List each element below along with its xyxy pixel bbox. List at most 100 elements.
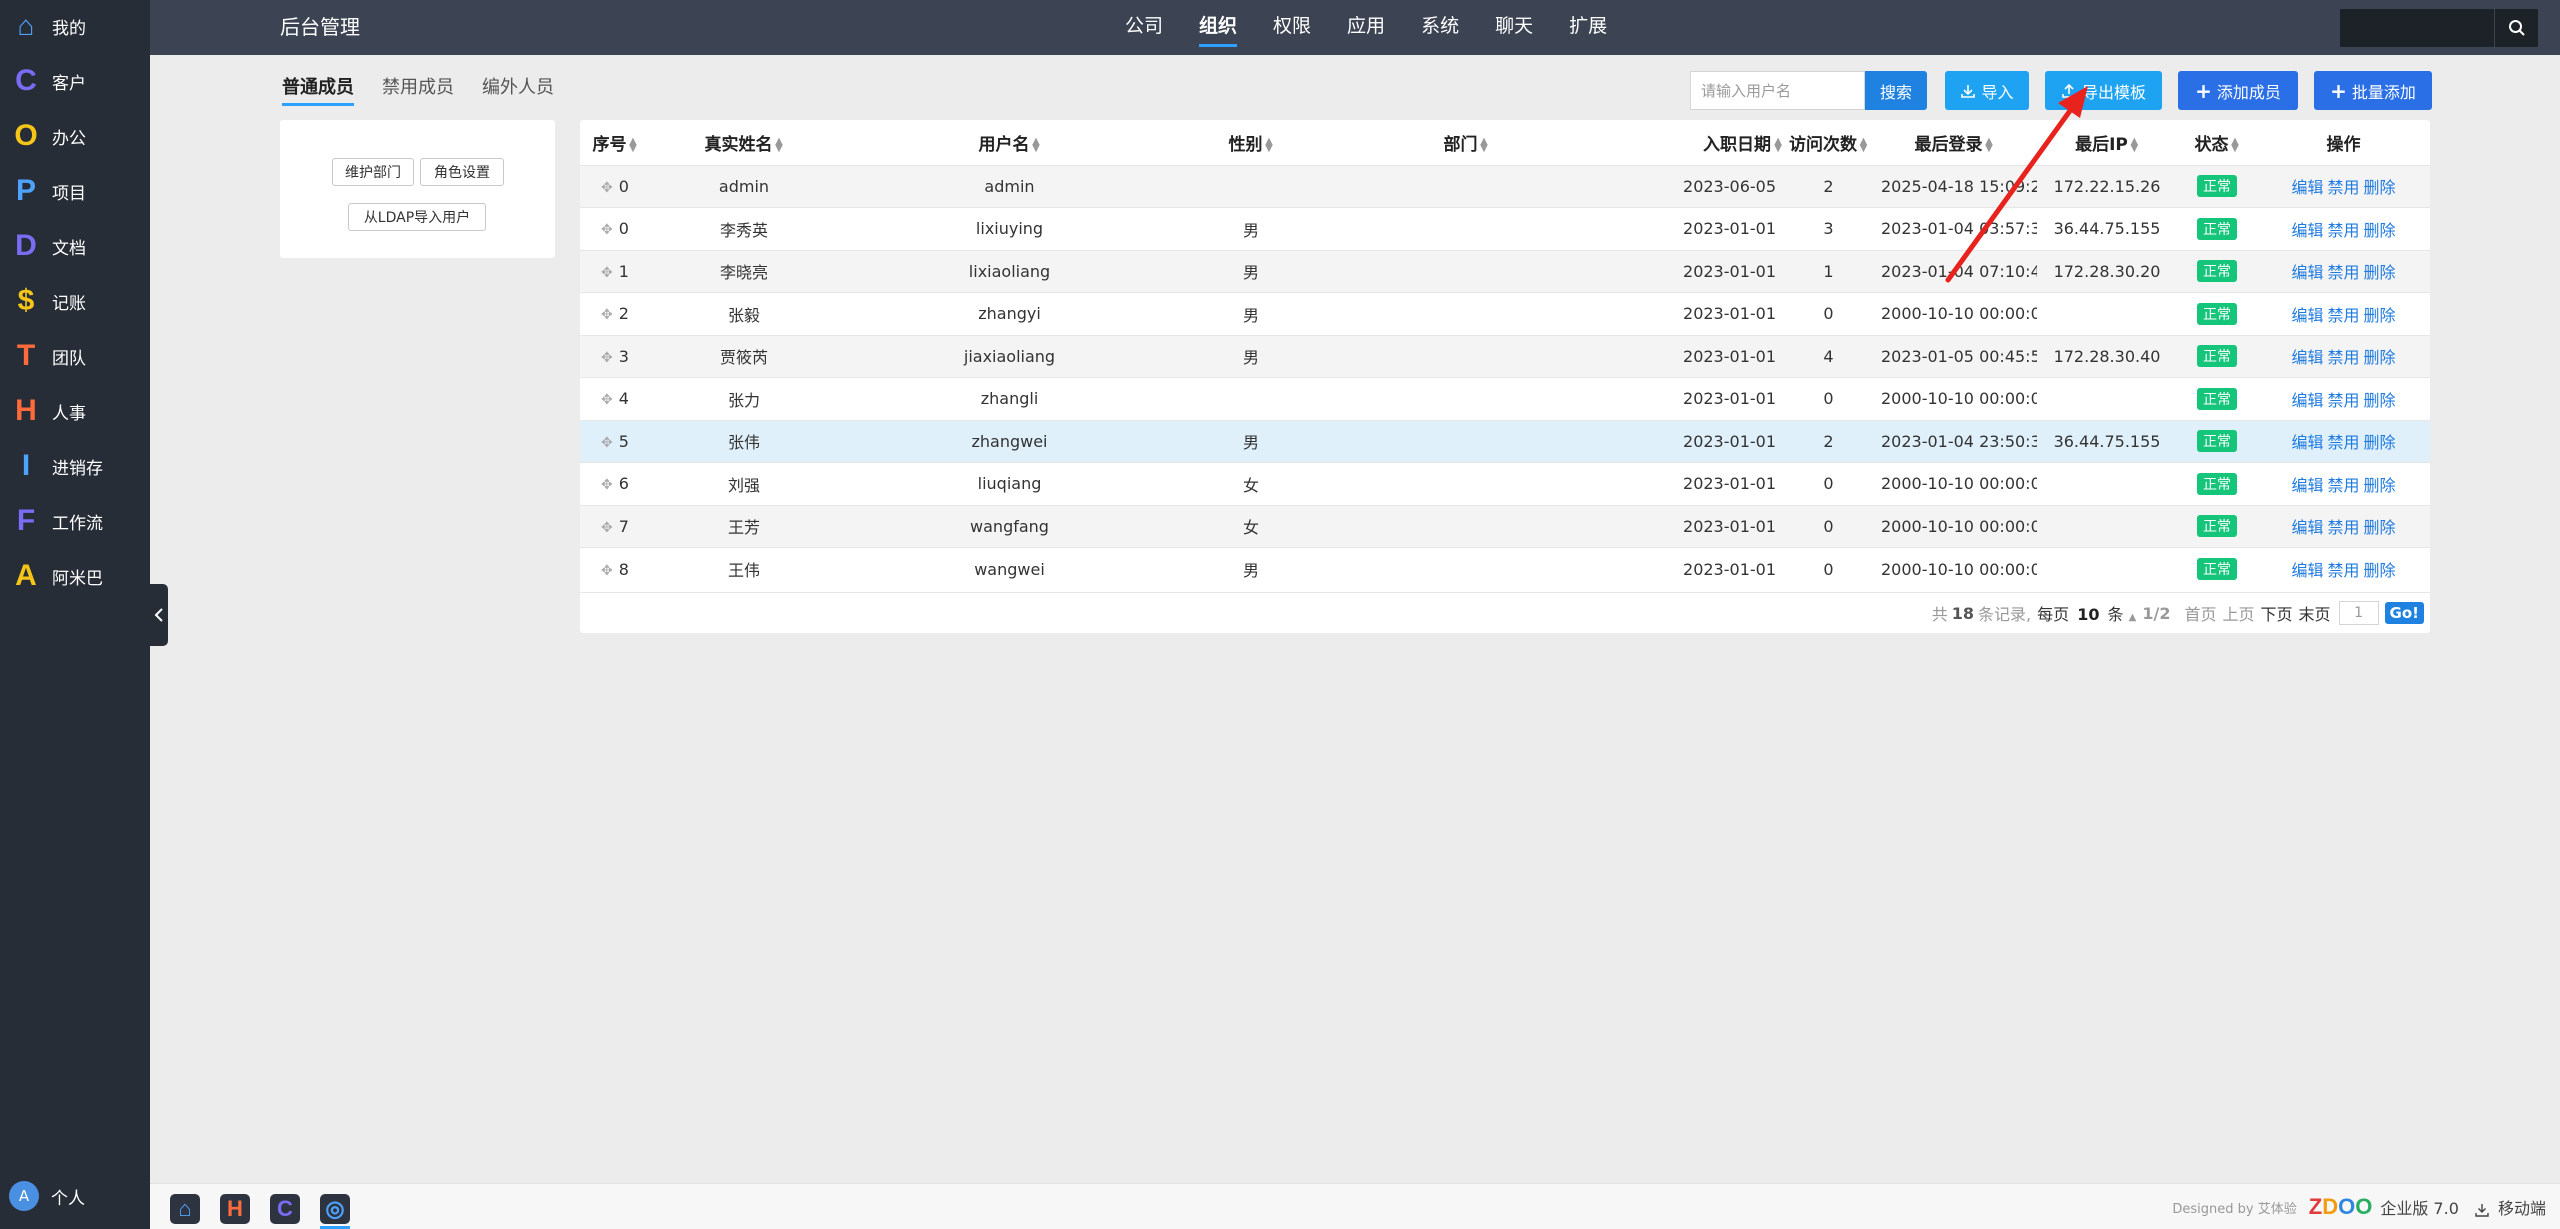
drag-handle-icon[interactable]: ✥ [601,520,613,536]
global-search-button[interactable] [2494,9,2538,47]
disable-link[interactable]: 禁用 [2327,221,2359,240]
delete-link[interactable]: 删除 [2364,391,2396,410]
export-template-button[interactable]: 导出模板 [2045,71,2162,110]
edit-link[interactable]: 编辑 [2291,306,2323,325]
table-row[interactable]: ✥ 4 张力 zhangli 2023-01-01 0 2000-10-10 00:00:0… [580,377,2430,421]
tab-company[interactable]: 公司 [1125,0,1163,55]
sidebar-item-project[interactable]: P 项目 [0,171,150,211]
role-settings-button[interactable]: 角色设置 [420,158,504,186]
global-search-input[interactable] [2340,9,2494,47]
col-department[interactable]: 部门 ▲ ▼ [1321,120,1611,165]
subtab-external-staff[interactable]: 编外人员 [482,73,554,99]
delete-link[interactable]: 删除 [2364,221,2396,240]
sidebar-item-my[interactable]: ⌂ 我的 [0,6,150,46]
disable-link[interactable]: 禁用 [2327,561,2359,580]
sidebar-item-office[interactable]: O 办公 [0,116,150,156]
dock-hr-icon[interactable]: H [220,1194,250,1224]
per-page-selector[interactable]: 每页 10 条 ▲ [2037,601,2136,625]
delete-link[interactable]: 删除 [2364,263,2396,282]
sidebar-user[interactable]: A 个人 [0,1178,150,1214]
disable-link[interactable]: 禁用 [2327,433,2359,452]
table-row[interactable]: ✥ 3 贾筱芮 jiaxiaoliang 男 2023-01-01 4 2023-01-05 … [580,335,2430,378]
table-row[interactable]: ✥ 5 张伟 zhangwei 男 2023-01-01 2 2023-01-04 23:50… [580,420,2430,463]
subtab-regular-members[interactable]: 普通成员 [282,73,354,106]
sidebar-item-amoeba[interactable]: A 阿米巴 [0,556,150,596]
col-last-ip[interactable]: 最后IP ▲ ▼ [2037,120,2177,165]
table-row[interactable]: ✥ 6 刘强 liuqiang 女 2023-01-01 0 2000-10-10 00:00… [580,462,2430,506]
drag-handle-icon[interactable]: ✥ [601,350,613,366]
tab-organization[interactable]: 组织 [1199,0,1238,55]
delete-link[interactable]: 删除 [2364,178,2396,197]
page-number-input[interactable] [2338,601,2379,625]
go-button[interactable]: Go! [2384,602,2424,624]
drag-handle-icon[interactable]: ✥ [601,477,613,493]
col-join-date[interactable]: 入职日期 ▲ ▼ [1611,120,1786,165]
delete-link[interactable]: 删除 [2364,561,2396,580]
edit-link[interactable]: 编辑 [2291,263,2323,282]
tab-chat[interactable]: 聊天 [1495,0,1533,55]
table-row[interactable]: ✥ 1 李晓亮 lixiaoliang 男 2023-01-01 1 2023-01-04 0… [580,250,2430,293]
next-page-link[interactable]: 下页 [2261,601,2293,625]
edit-link[interactable]: 编辑 [2291,476,2323,495]
import-button[interactable]: 导入 [1945,71,2029,110]
col-seq[interactable]: 序号 ▲ ▼ [580,120,650,165]
search-button[interactable]: 搜索 [1865,71,1927,110]
edit-link[interactable]: 编辑 [2291,391,2323,410]
col-status[interactable]: 状态 ▲ ▼ [2177,120,2257,165]
dock-admin-icon[interactable]: ◎ [320,1194,350,1224]
tab-permission[interactable]: 权限 [1273,0,1311,55]
sidebar-item-team[interactable]: T 团队 [0,336,150,376]
disable-link[interactable]: 禁用 [2327,476,2359,495]
disable-link[interactable]: 禁用 [2327,178,2359,197]
tab-system[interactable]: 系统 [1421,0,1459,55]
first-page-link[interactable]: 首页 [2184,601,2216,625]
tab-extension[interactable]: 扩展 [1569,0,1607,55]
col-last-login[interactable]: 最后登录 ▲ ▼ [1871,120,2037,165]
delete-link[interactable]: 删除 [2364,518,2396,537]
disable-link[interactable]: 禁用 [2327,391,2359,410]
col-username[interactable]: 用户名 ▲ ▼ [838,120,1181,165]
subtab-disabled-members[interactable]: 禁用成员 [382,73,454,99]
table-row[interactable]: ✥ 0 admin admin 2023-06-05 2 2025-04-18 15:09:… [580,165,2430,208]
sidebar-collapse-button[interactable] [150,584,168,646]
delete-link[interactable]: 删除 [2364,476,2396,495]
ldap-import-button[interactable]: 从LDAP导入用户 [348,203,486,231]
add-member-button[interactable]: + 添加成员 [2178,71,2298,110]
disable-link[interactable]: 禁用 [2327,263,2359,282]
drag-handle-icon[interactable]: ✥ [601,307,613,323]
col-real-name[interactable]: 真实姓名 ▲ ▼ [650,120,838,165]
batch-add-button[interactable]: + 批量添加 [2314,71,2432,110]
delete-link[interactable]: 删除 [2364,433,2396,452]
disable-link[interactable]: 禁用 [2327,306,2359,325]
table-row[interactable]: ✥ 2 张毅 zhangyi 男 2023-01-01 0 2000-10-10 00:00:… [580,292,2430,336]
delete-link[interactable]: 删除 [2364,348,2396,367]
prev-page-link[interactable]: 上页 [2222,601,2254,625]
edit-link[interactable]: 编辑 [2291,348,2323,367]
edit-link[interactable]: 编辑 [2291,433,2323,452]
dock-customer-icon[interactable]: C [270,1194,300,1224]
sidebar-item-workflow[interactable]: F 工作流 [0,501,150,541]
username-search-input[interactable] [1690,71,1865,110]
sidebar-item-hr[interactable]: H 人事 [0,391,150,431]
col-visits[interactable]: 访问次数 ▲ ▼ [1786,120,1871,165]
edit-link[interactable]: 编辑 [2291,561,2323,580]
sidebar-item-docs[interactable]: D 文档 [0,226,150,266]
drag-handle-icon[interactable]: ✥ [601,222,613,238]
mobile-link[interactable]: 移动端 [2475,1195,2546,1219]
drag-handle-icon[interactable]: ✥ [601,265,613,281]
edit-link[interactable]: 编辑 [2291,221,2323,240]
edit-link[interactable]: 编辑 [2291,178,2323,197]
drag-handle-icon[interactable]: ✥ [601,563,613,579]
table-row[interactable]: ✥ 8 王伟 wangwei 男 2023-01-01 0 2000-10-10 00:00:… [580,547,2430,591]
dock-home-icon[interactable]: ⌂ [170,1194,200,1224]
sidebar-item-accounting[interactable]: $ 记账 [0,281,150,321]
col-gender[interactable]: 性别 ▲ ▼ [1181,120,1321,165]
table-row[interactable]: ✥ 0 李秀英 lixiuying 男 2023-01-01 3 2023-01-04 03:… [580,207,2430,251]
delete-link[interactable]: 删除 [2364,306,2396,325]
table-row[interactable]: ✥ 7 王芳 wangfang 女 2023-01-01 0 2000-10-10 00:00… [580,505,2430,548]
drag-handle-icon[interactable]: ✥ [601,435,613,451]
maintain-dept-button[interactable]: 维护部门 [332,158,414,186]
disable-link[interactable]: 禁用 [2327,348,2359,367]
drag-handle-icon[interactable]: ✥ [601,180,613,196]
drag-handle-icon[interactable]: ✥ [601,392,613,408]
